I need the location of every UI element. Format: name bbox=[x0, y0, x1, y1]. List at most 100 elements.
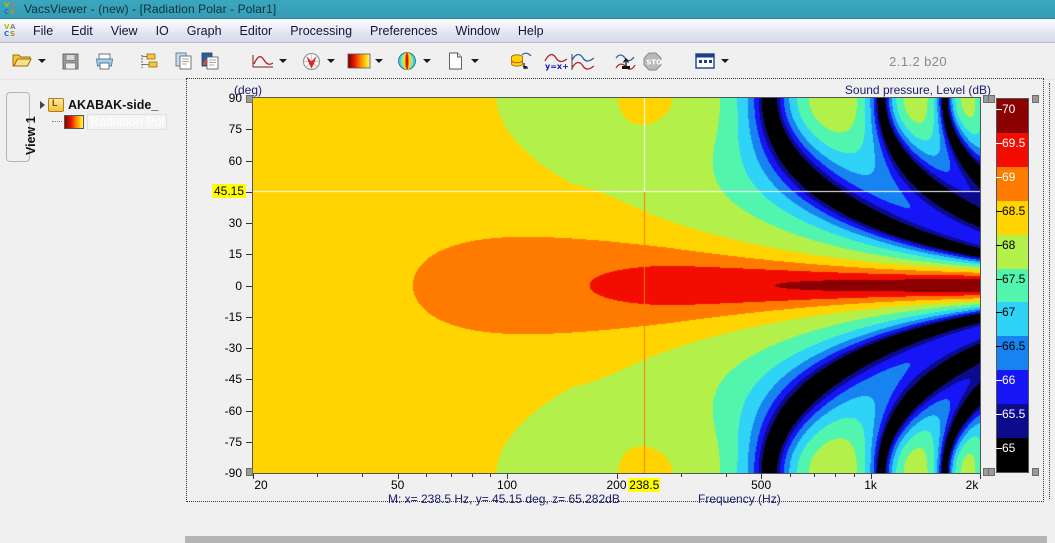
x-minor-tick bbox=[397, 474, 399, 477]
y-axis: 9075604530150-15-30-45-60-75-9045.15 bbox=[196, 90, 252, 480]
y-cursor-label: 45.15 bbox=[211, 184, 246, 199]
balloon-dropdown-icon[interactable] bbox=[420, 48, 433, 74]
bottom-scrollbar[interactable] bbox=[185, 536, 1047, 543]
x-tick-label: 20 bbox=[254, 478, 268, 492]
color-scale-tick bbox=[996, 312, 1002, 314]
expand-arrow-icon[interactable] bbox=[36, 99, 48, 111]
x-minor-tick bbox=[253, 474, 254, 477]
y-tick-label: 75 bbox=[228, 122, 242, 137]
color-scale-tick-label: 69.5 bbox=[1002, 135, 1026, 150]
curve-chart-icon[interactable] bbox=[250, 48, 276, 74]
data-import-icon[interactable] bbox=[508, 48, 534, 74]
menu-bar: VA CS File Edit View IO Graph Editor Pro… bbox=[0, 19, 1055, 43]
print-icon[interactable] bbox=[92, 48, 118, 74]
menu-io[interactable]: IO bbox=[147, 21, 178, 41]
color-scale-tick bbox=[996, 380, 1002, 382]
polar-target-dropdown-icon[interactable] bbox=[324, 48, 337, 74]
color-scale-tick-label: 69 bbox=[1002, 169, 1016, 184]
menu-file[interactable]: File bbox=[24, 21, 62, 41]
vacs-menu-logo-icon[interactable]: VA CS bbox=[4, 23, 18, 38]
menu-editor[interactable]: Editor bbox=[231, 21, 282, 41]
y-tick-label: -60 bbox=[224, 403, 242, 418]
open-folder-icon[interactable] bbox=[9, 48, 35, 74]
color-scale-tick bbox=[996, 109, 1002, 110]
stop-icon[interactable]: STOP bbox=[639, 48, 665, 74]
color-map-icon[interactable] bbox=[346, 48, 372, 74]
curve-chart-dropdown-icon[interactable] bbox=[276, 48, 289, 74]
open-folder-dropdown-icon[interactable] bbox=[35, 48, 48, 74]
cbar-handle-bottom-right[interactable] bbox=[1032, 468, 1039, 476]
tree-item-radiation-polar[interactable]: Radiation Pol bbox=[36, 113, 182, 130]
y-tick-label: 15 bbox=[228, 247, 242, 262]
heatmap-canvas bbox=[253, 98, 980, 473]
tree-item-label-selected: Radiation Pol bbox=[87, 113, 168, 130]
x-minor-tick bbox=[814, 474, 816, 477]
new-page-icon[interactable] bbox=[442, 48, 468, 74]
x-minor-tick bbox=[471, 474, 473, 477]
formula-curve-icon[interactable]: y=x+1 bbox=[543, 48, 569, 74]
menu-processing[interactable]: Processing bbox=[281, 21, 361, 41]
x-tick-label: 100 bbox=[497, 478, 518, 492]
menu-help[interactable]: Help bbox=[509, 21, 553, 41]
color-scale-tick bbox=[996, 278, 1002, 280]
balloon-icon[interactable] bbox=[394, 48, 420, 74]
heatmap-plot[interactable] bbox=[253, 98, 980, 473]
menu-edit[interactable]: Edit bbox=[62, 21, 102, 41]
cbar-handle-top[interactable] bbox=[988, 95, 995, 103]
x-minor-tick bbox=[317, 474, 318, 477]
paste-special-icon[interactable] bbox=[197, 48, 223, 74]
tree-item-label: AKABAK-side_ bbox=[68, 97, 159, 112]
new-page-dropdown-icon[interactable] bbox=[468, 48, 481, 74]
y-tick-label: 0 bbox=[235, 278, 242, 293]
x-minor-tick bbox=[725, 474, 727, 477]
color-scale-tick-label: 66 bbox=[1002, 373, 1016, 388]
color-map-dropdown-icon[interactable] bbox=[372, 48, 385, 74]
x-minor-tick bbox=[835, 474, 837, 477]
menu-view[interactable]: View bbox=[102, 21, 147, 41]
save-icon[interactable] bbox=[57, 48, 83, 74]
overlay-curve-icon[interactable] bbox=[569, 48, 595, 74]
x-tick-label: 200 bbox=[606, 478, 627, 492]
y-tick-mark bbox=[246, 129, 252, 131]
y-tick-label: -75 bbox=[224, 434, 242, 449]
svg-text:STOP: STOP bbox=[646, 58, 662, 66]
polar-target-icon[interactable] bbox=[298, 48, 324, 74]
title-bar: VA CS VacsViewer - (new) - [Radiation Po… bbox=[0, 0, 1055, 19]
color-scale-tick-label: 70 bbox=[1002, 102, 1016, 116]
x-tick-label: 500 bbox=[751, 478, 772, 492]
y-tick-mark bbox=[246, 191, 252, 193]
color-scale-tick-label: 67 bbox=[1002, 305, 1016, 320]
project-tree: AKABAK-side_ Radiation Pol bbox=[36, 96, 182, 130]
menu-preferences[interactable]: Preferences bbox=[361, 21, 446, 41]
resize-handle-tl[interactable] bbox=[246, 95, 253, 103]
panel-right-edge bbox=[1049, 83, 1055, 499]
view-tab[interactable]: View 1 bbox=[6, 92, 38, 162]
tree-item-akabak-side[interactable]: AKABAK-side_ bbox=[36, 96, 182, 113]
y-tick-label: -45 bbox=[224, 372, 242, 387]
menu-graph[interactable]: Graph bbox=[178, 21, 231, 41]
color-scale-tick bbox=[996, 142, 1002, 144]
y-tick-label: 90 bbox=[228, 91, 242, 105]
cbar-handle-top-right[interactable] bbox=[1032, 95, 1039, 103]
y-tick-label: -30 bbox=[224, 341, 242, 355]
cursor-readout: M: x= 238.5 Hz, y= 45.15 deg, z= 65.282d… bbox=[388, 492, 620, 506]
vacs-logo-icon: VA CS bbox=[4, 1, 16, 16]
table-dropdown-icon[interactable] bbox=[718, 48, 731, 74]
copy-icon[interactable] bbox=[171, 48, 197, 74]
export-curve-icon[interactable] bbox=[613, 48, 639, 74]
x-cursor-label: 238.5 bbox=[628, 478, 661, 492]
version-label: 2.1.2 b20 bbox=[889, 53, 947, 69]
color-scale-tick bbox=[996, 176, 1002, 178]
menu-window[interactable]: Window bbox=[446, 21, 508, 41]
table-icon[interactable] bbox=[692, 48, 718, 74]
properties-icon[interactable] bbox=[136, 48, 162, 74]
resize-handle-bl[interactable] bbox=[246, 468, 253, 476]
y-tick-mark bbox=[246, 160, 252, 162]
x-minor-tick bbox=[362, 474, 364, 477]
x-minor-tick bbox=[616, 474, 618, 477]
window-title: VacsViewer - (new) - [Radiation Polar - … bbox=[24, 2, 277, 16]
cbar-handle-bottom[interactable] bbox=[988, 468, 995, 476]
y-tick-label: 60 bbox=[228, 153, 242, 168]
x-minor-tick bbox=[789, 474, 791, 477]
color-scale-tick-label: 67.5 bbox=[1002, 271, 1026, 286]
